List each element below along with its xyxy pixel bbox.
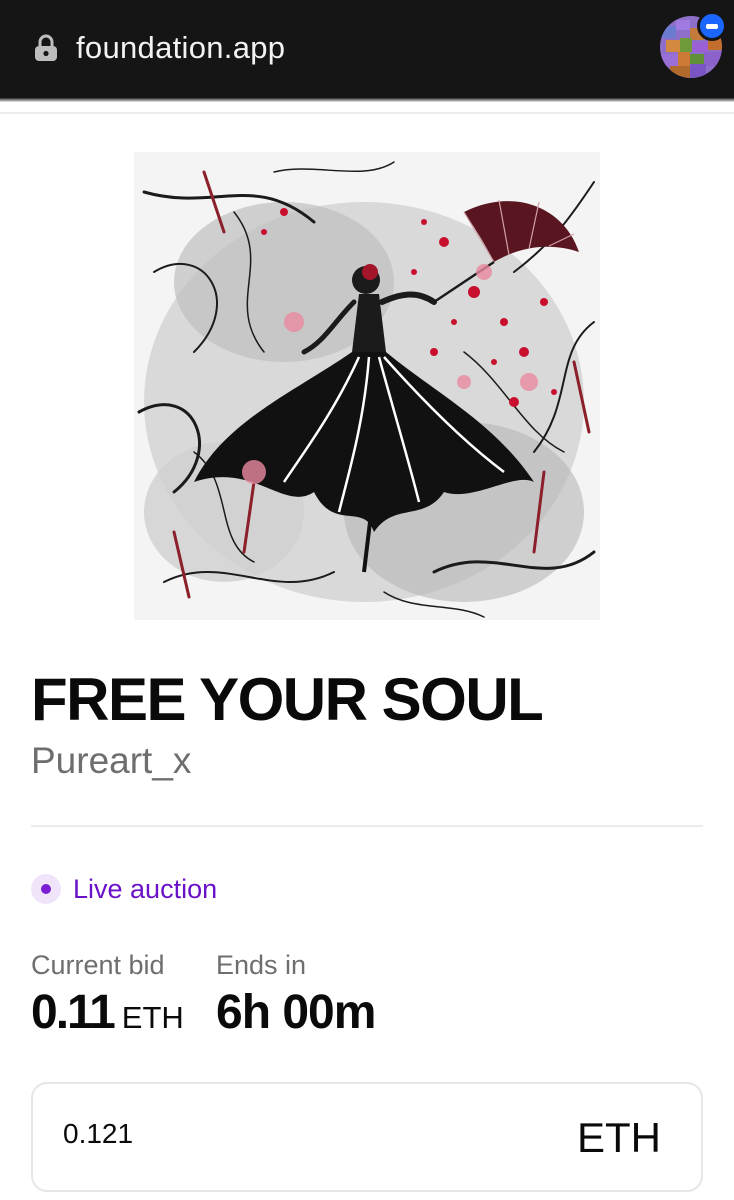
current-bid-value: 0.11 ETH (31, 984, 184, 1047)
ends-in-label: Ends in (216, 950, 307, 980)
lock-icon (35, 34, 57, 61)
current-bid-label: Current bid (31, 950, 165, 980)
header-divider (0, 112, 734, 114)
live-auction-badge: Live auction (31, 870, 217, 908)
artwork-title: FREE YOUR SOUL (31, 666, 544, 733)
ends-in-value: 6h 00m (216, 986, 376, 1039)
bid-amount-field[interactable]: ETH (31, 1082, 703, 1192)
bid-currency-label: ETH (577, 1114, 661, 1161)
bid-amount-input[interactable] (63, 1118, 513, 1150)
section-divider (31, 825, 703, 827)
url-text[interactable]: foundation.app (76, 28, 285, 68)
live-dot-icon (31, 874, 61, 904)
browser-address-bar[interactable]: foundation.app (0, 0, 734, 98)
minus-badge-icon (697, 11, 727, 41)
live-auction-label: Live auction (73, 873, 218, 904)
current-bid-unit: ETH (121, 1000, 184, 1035)
artwork-image[interactable] (134, 152, 600, 620)
artist-name-link[interactable]: Pureart_x (31, 738, 191, 784)
browser-bar-shadow (0, 98, 734, 102)
current-bid-amount: 0.11 (31, 986, 116, 1039)
